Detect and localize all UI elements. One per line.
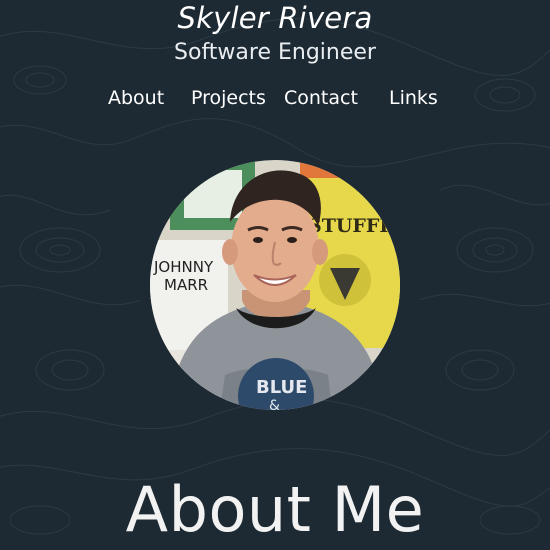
poster-left-text-2: MARR: [164, 276, 208, 294]
profile-photo-illustration: STUFFING JOHNNY MARR BLUE &: [150, 160, 400, 410]
nav-link-projects[interactable]: Projects: [191, 86, 266, 110]
nav-link-contact[interactable]: Contact: [284, 86, 358, 110]
nav-link-links[interactable]: Links: [389, 86, 438, 110]
shirt-print-line2: &: [269, 398, 280, 410]
profile-name: Skyler Rivera: [177, 1, 373, 35]
profile-photo: STUFFING JOHNNY MARR BLUE &: [150, 160, 400, 410]
poster-left-text-1: JOHNNY: [153, 258, 214, 276]
shirt-print-line1: BLUE: [256, 377, 307, 398]
poster-right-text: STUFFING: [308, 215, 400, 237]
about-heading: About Me: [125, 473, 425, 546]
nav-link-about[interactable]: About: [108, 86, 164, 110]
profile-role: Software Engineer: [174, 40, 376, 65]
main-nav: About Projects Contact Links: [0, 86, 550, 112]
